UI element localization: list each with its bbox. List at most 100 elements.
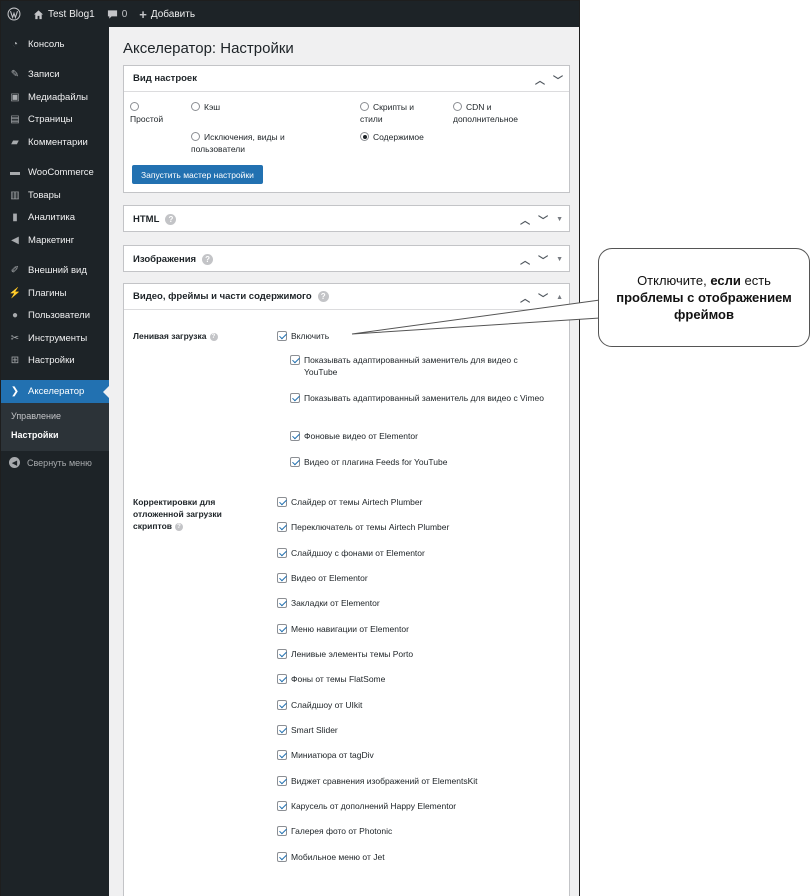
- move-up-icon[interactable]: ︿: [520, 292, 530, 305]
- pin-icon: ✎: [10, 69, 20, 81]
- lazy-option-feeds-youtube[interactable]: Видео от плагина Feeds for YouTube: [290, 456, 447, 468]
- dashboard-icon: ◔: [11, 38, 19, 50]
- toggle-down-icon[interactable]: ▼: [556, 216, 563, 223]
- help-icon[interactable]: ?: [202, 253, 214, 265]
- toggle-up-icon[interactable]: ▲: [556, 294, 563, 301]
- move-up-icon[interactable]: ︿: [520, 214, 530, 227]
- fix-option[interactable]: Меню навигации от Elementor: [277, 623, 409, 635]
- settings-icon: ⊞: [10, 355, 20, 367]
- move-down-icon[interactable]: ﹀: [553, 74, 563, 87]
- fix-option[interactable]: Карусель от дополнений Happy Elementor: [277, 800, 456, 812]
- screenshot-frame: Test Blog1 0 + Добавить ◔ Консоль ✎ Записи…: [0, 0, 580, 896]
- fix-option[interactable]: Слайдшоу от UIkit: [277, 699, 362, 711]
- help-icon[interactable]: ?: [175, 522, 184, 531]
- run-wizard-button[interactable]: Запустить мастер настройки: [132, 165, 263, 184]
- sidebar-item-analytics[interactable]: ▮ Аналитика: [1, 207, 109, 230]
- move-up-icon[interactable]: ︿: [535, 74, 545, 87]
- wrench-icon: ✂: [10, 332, 20, 344]
- sidebar-item-tools[interactable]: ✂ Инструменты: [1, 327, 109, 350]
- collapse-menu-button[interactable]: ◀ Свернуть меню: [1, 451, 109, 475]
- fix-option[interactable]: Виджет сравнения изображений от Elements…: [277, 775, 478, 787]
- checkbox-checked: [277, 624, 287, 634]
- radio-exclusions[interactable]: Исключения, виды и пользователи: [191, 131, 311, 155]
- lazy-enable-checkbox[interactable]: Включить: [277, 330, 329, 342]
- sidebar-item-woocommerce[interactable]: ▬ WooCommerce: [1, 162, 109, 185]
- sidebar-item-appearance[interactable]: ✐ Внешний вид: [1, 260, 109, 283]
- site-name: Test Blog1: [48, 8, 95, 20]
- radio-cdn[interactable]: CDN и дополнительное: [453, 101, 538, 125]
- fix-option[interactable]: Ленивые элементы темы Porto: [277, 648, 413, 660]
- site-name-link[interactable]: Test Blog1: [27, 1, 101, 27]
- submenu-item-management[interactable]: Управление: [1, 407, 109, 426]
- checkbox-checked: [277, 497, 287, 507]
- checkbox-checked: [277, 548, 287, 558]
- sidebar-item-plugins[interactable]: ⚡ Плагины: [1, 282, 109, 305]
- view-settings-box: Вид настроек ︿ ﹀ Простой Кэш Скрипты и с…: [123, 65, 570, 193]
- fix-option[interactable]: Слайдер от темы Airtech Plumber: [277, 496, 422, 508]
- checkbox-checked: [277, 331, 287, 341]
- checkbox-checked: [277, 649, 287, 659]
- radio-scripts[interactable]: Скрипты и стили: [360, 101, 435, 125]
- fix-option[interactable]: Переключатель от темы Airtech Plumber: [277, 521, 449, 533]
- fix-option[interactable]: Видео от Elementor: [277, 572, 368, 584]
- move-down-icon[interactable]: ﹀: [538, 254, 548, 267]
- lazy-load-label: Ленивая загрузка?: [133, 330, 218, 342]
- sidebar-item-users[interactable]: ● Пользователи: [1, 305, 109, 328]
- checkbox-checked: [290, 355, 300, 365]
- radio-circle-selected: [360, 132, 369, 141]
- sidebar-item-accelerator[interactable]: ❯ Акселератор: [1, 380, 109, 403]
- checkbox-checked: [277, 725, 287, 735]
- radio-circle: [360, 102, 369, 111]
- radio-cache[interactable]: Кэш: [191, 101, 220, 113]
- help-icon[interactable]: ?: [165, 213, 177, 225]
- lazy-option-elementor-bg[interactable]: Фоновые видео от Elementor: [290, 430, 418, 442]
- radio-simple[interactable]: Простой: [130, 101, 163, 125]
- checkbox-checked: [290, 393, 300, 403]
- toggle-down-icon[interactable]: ▼: [556, 256, 563, 263]
- callout-text: Отключите, если есть проблемы с отображе…: [616, 273, 792, 322]
- view-settings-header[interactable]: Вид настроек ︿ ﹀: [124, 66, 569, 92]
- comment-icon: ▰: [11, 136, 19, 148]
- html-header[interactable]: HTML? ︿ ﹀ ▼: [124, 206, 569, 232]
- sidebar-item-pages[interactable]: ▤ Страницы: [1, 109, 109, 132]
- sidebar-item-posts[interactable]: ✎ Записи: [1, 64, 109, 87]
- megaphone-icon: ◀: [11, 234, 19, 246]
- fix-option[interactable]: Слайдшоу с фонами от Elementor: [277, 547, 425, 559]
- fix-option[interactable]: Миниатюра от tagDiv: [277, 749, 374, 761]
- plus-icon: +: [139, 6, 147, 22]
- checkbox-checked: [277, 674, 287, 684]
- checkbox-checked: [277, 852, 287, 862]
- fix-option[interactable]: Smart Slider: [277, 724, 338, 736]
- submenu-item-settings[interactable]: Настройки: [1, 426, 109, 445]
- add-new-link[interactable]: + Добавить: [133, 1, 201, 27]
- sidebar-item-products[interactable]: ▥ Товары: [1, 184, 109, 207]
- move-down-icon[interactable]: ﹀: [538, 214, 548, 227]
- fix-option[interactable]: Галерея фото от Photonic: [277, 825, 392, 837]
- sidebar-item-media[interactable]: ▣ Медиафайлы: [1, 86, 109, 109]
- radio-circle: [191, 102, 200, 111]
- sidebar-item-dashboard[interactable]: ◔ Консоль: [1, 33, 109, 56]
- fix-option[interactable]: Закладки от Elementor: [277, 597, 380, 609]
- lazy-option-vimeo[interactable]: Показывать адаптированный заменитель для…: [290, 392, 550, 404]
- sidebar-item-comments[interactable]: ▰ Комментарии: [1, 131, 109, 154]
- checkbox-checked: [290, 457, 300, 467]
- fix-option[interactable]: Фоны от темы FlatSome: [277, 673, 385, 685]
- checkbox-checked: [277, 598, 287, 608]
- lazy-option-youtube[interactable]: Показывать адаптированный заменитель для…: [290, 354, 550, 378]
- radio-content[interactable]: Содержимое: [360, 131, 424, 143]
- sidebar-item-settings[interactable]: ⊞ Настройки: [1, 350, 109, 373]
- script-fixes-label: Корректировки для отложенной загрузки ск…: [133, 497, 222, 531]
- page-icon: ▤: [10, 114, 20, 126]
- comments-link[interactable]: 0: [101, 1, 134, 27]
- images-header[interactable]: Изображения? ︿ ﹀ ▼: [124, 246, 569, 272]
- sidebar-item-marketing[interactable]: ◀ Маркетинг: [1, 229, 109, 252]
- comment-icon: [107, 9, 117, 19]
- help-icon[interactable]: ?: [209, 332, 218, 341]
- help-icon[interactable]: ?: [317, 291, 329, 302]
- checkbox-checked: [277, 750, 287, 760]
- wordpress-logo-icon[interactable]: [1, 1, 27, 27]
- fix-option[interactable]: Мобильное меню от Jet: [277, 851, 385, 863]
- video-frames-header[interactable]: Видео, фреймы и части содержимого? ︿ ﹀ ▲: [124, 284, 569, 310]
- move-down-icon[interactable]: ﹀: [538, 292, 548, 305]
- move-up-icon[interactable]: ︿: [520, 254, 530, 267]
